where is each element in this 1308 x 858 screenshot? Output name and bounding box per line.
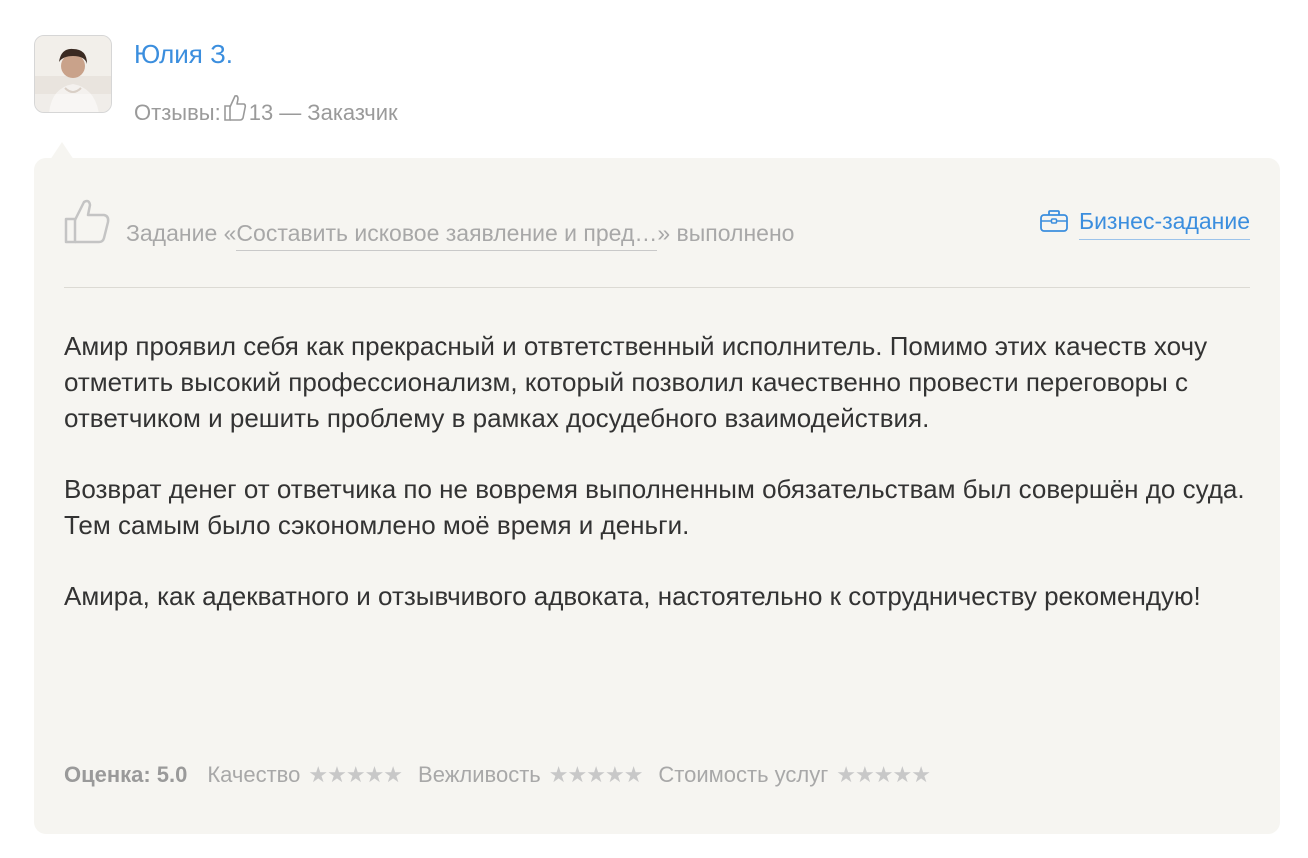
business-task-label: Бизнес-задание [1078, 208, 1250, 240]
review-text: Амир проявил себя как прекрасный и отвте… [64, 328, 1254, 614]
reviews-count: 13 [248, 100, 274, 125]
rating-label: Вежливость [418, 762, 541, 787]
star-icon: ★ [345, 762, 366, 787]
star-rating: ★ ★ ★ ★ ★ [548, 762, 644, 787]
rating-politeness: Вежливость ★ ★ ★ ★ ★ [418, 762, 644, 788]
rating-label: Качество [207, 762, 301, 787]
author-role: — Заказчик [279, 100, 398, 125]
score-label: Оценка: [64, 762, 151, 787]
thumbs-up-icon [223, 93, 247, 127]
star-icon: ★ [911, 762, 931, 787]
avatar[interactable] [34, 35, 112, 113]
star-icon: ★ [567, 762, 588, 787]
star-icon: ★ [836, 762, 857, 787]
star-icon: ★ [548, 762, 569, 787]
star-icon: ★ [586, 762, 606, 787]
reviews-label: Отзывы: [134, 100, 221, 125]
task-header: Задание «Составить исковое заявление и п… [64, 198, 1250, 258]
star-icon: ★ [892, 762, 913, 787]
review-paragraph: Амира, как адекватного и отзывчивого адв… [64, 581, 1201, 611]
ratings-row: Оценка: 5.0 Качество ★ ★ ★ ★ ★ Вежливость ★ ★… [64, 762, 946, 788]
divider [64, 287, 1250, 288]
avatar-photo-icon [35, 36, 111, 112]
task-title-link[interactable]: Составить исковое заявление и пред… [236, 220, 658, 251]
task-suffix: » выполнено [657, 220, 795, 246]
rating-label: Стоимость услуг [658, 762, 829, 787]
star-icon: ★ [327, 762, 347, 787]
star-icon: ★ [364, 762, 385, 787]
task-prefix: Задание « [126, 220, 237, 246]
star-icon: ★ [383, 762, 404, 787]
star-icon: ★ [604, 762, 625, 787]
task-status-text: Задание «Составить исковое заявление и п… [126, 220, 795, 251]
score-value: 5.0 [156, 762, 188, 787]
star-icon: ★ [855, 762, 875, 787]
star-icon: ★ [308, 762, 329, 787]
rating-quality: Качество ★ ★ ★ ★ ★ [207, 762, 404, 788]
review-paragraph: Амир проявил себя как прекрасный и отвте… [64, 331, 1208, 433]
review-paragraph: Возврат денег от ответчика по не вовремя… [64, 474, 1245, 504]
author-name-link[interactable]: Юлия З. [134, 39, 233, 70]
review-paragraph: Тем самым было сэкономлено моё время и д… [64, 510, 690, 540]
star-rating: ★ ★ ★ ★ ★ [836, 762, 931, 787]
briefcase-icon [1039, 209, 1069, 239]
rating-price: Стоимость услуг ★ ★ ★ ★ ★ [658, 762, 931, 788]
star-icon: ★ [873, 762, 894, 787]
business-task-link[interactable]: Бизнес-задание [1039, 208, 1250, 240]
review-card: Задание «Составить исковое заявление и п… [34, 158, 1280, 834]
review-page: Юлия З. Отзывы: 13 — Заказчик Задание «С… [0, 0, 1308, 858]
thumbs-up-large-icon [64, 198, 112, 249]
star-icon: ★ [623, 762, 644, 787]
star-rating: ★ ★ ★ ★ ★ [308, 762, 404, 787]
author-meta: Отзывы: 13 — Заказчик [134, 93, 398, 130]
